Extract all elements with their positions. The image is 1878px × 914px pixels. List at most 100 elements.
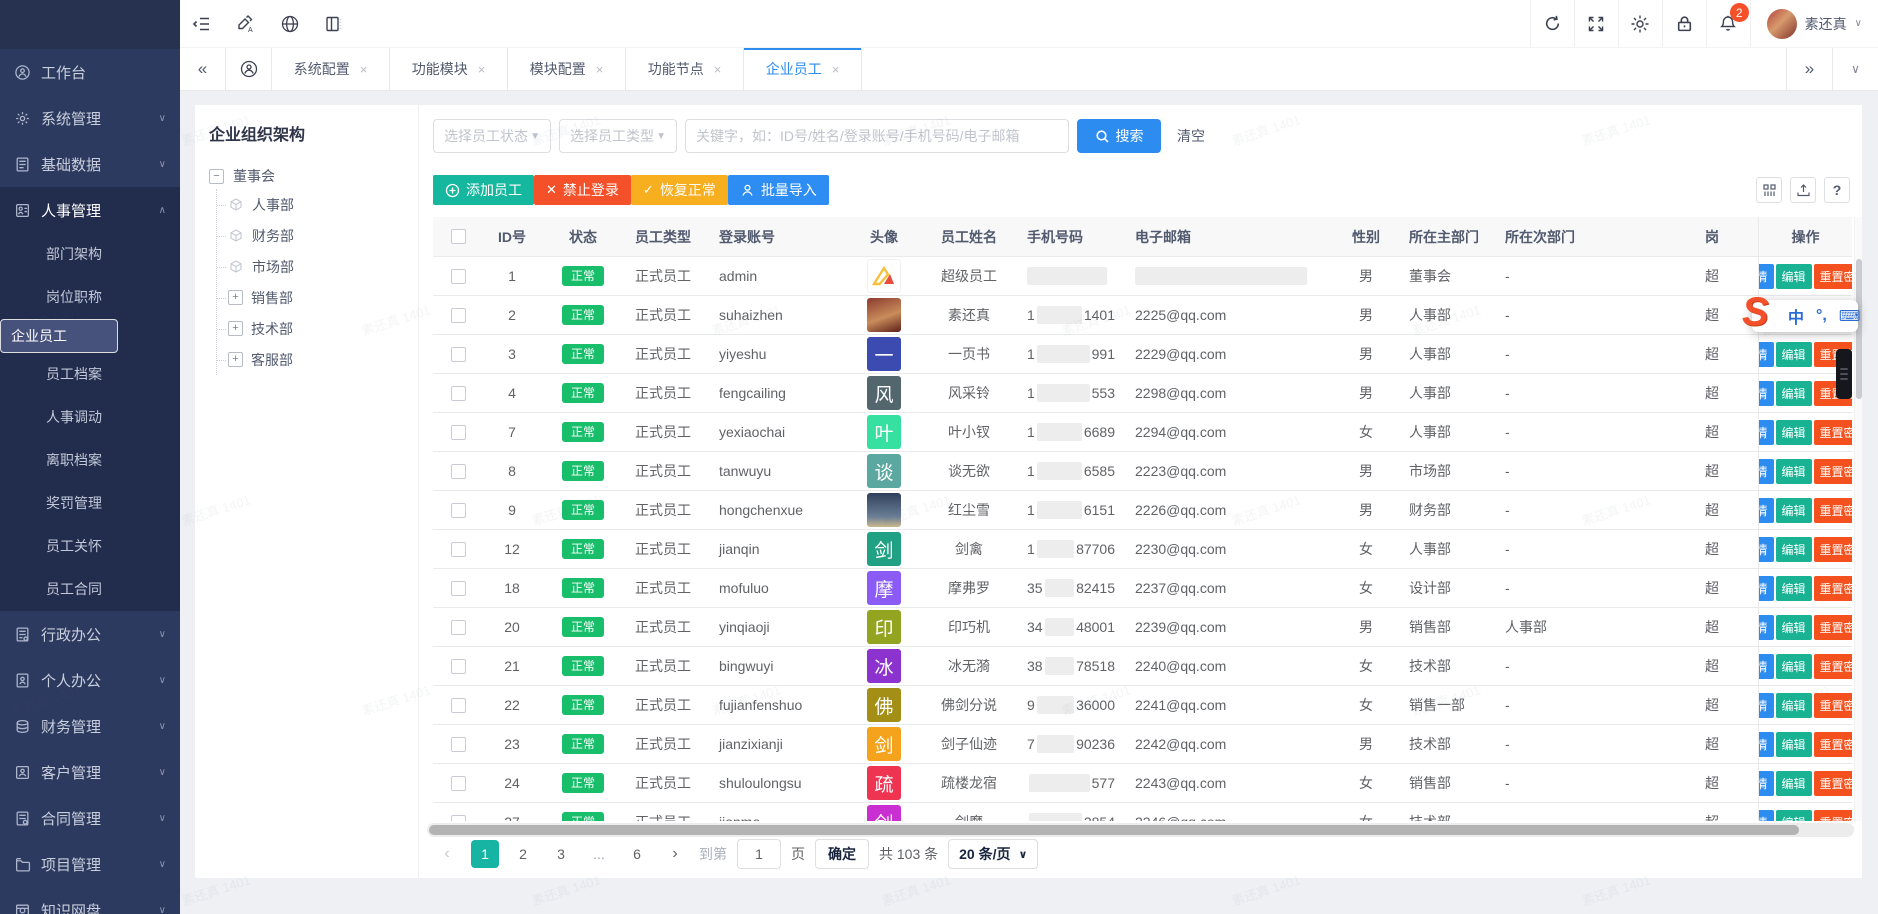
row-checkbox[interactable]	[451, 425, 466, 440]
sidebar-item-2[interactable]: 基础数据∨	[0, 141, 180, 187]
detail-button[interactable]: 详情	[1758, 615, 1774, 640]
tree-node-客服部[interactable]: +客服部	[217, 344, 404, 375]
reset-password-button[interactable]: 重置密码	[1814, 615, 1852, 640]
row-checkbox[interactable]	[451, 581, 466, 596]
detail-button[interactable]: 详情	[1758, 732, 1774, 757]
notifications-button[interactable]: 2	[1706, 0, 1750, 47]
row-checkbox[interactable]	[451, 386, 466, 401]
reset-password-button[interactable]: 重置密码	[1814, 537, 1852, 562]
sidebar-item-4[interactable]: 行政办公∨	[0, 611, 180, 657]
horizontal-scrollbar-thumb[interactable]	[429, 825, 1799, 835]
action-恢复正常[interactable]: ✓恢复正常	[631, 175, 728, 205]
tabs-scroll-right-button[interactable]: »	[1786, 48, 1832, 90]
reset-password-button[interactable]: 重置密码	[1814, 732, 1852, 757]
tab-企业员工[interactable]: 企业员工×	[744, 48, 862, 90]
settings-button[interactable]	[1618, 0, 1662, 47]
column-display-icon-button[interactable]	[1756, 177, 1782, 203]
close-icon[interactable]: ×	[478, 62, 486, 77]
sidebar-subitem[interactable]: 离职档案	[0, 439, 180, 482]
tree-node-root[interactable]: −董事会	[209, 163, 404, 189]
close-icon[interactable]: ×	[832, 62, 840, 77]
sidebar-subitem[interactable]: 人事调动	[0, 396, 180, 439]
help-icon-button[interactable]: ?	[1824, 177, 1850, 203]
detail-button[interactable]: 详情	[1758, 381, 1774, 406]
edit-button[interactable]: 编辑	[1776, 420, 1812, 445]
page-button-2[interactable]: 2	[509, 840, 537, 868]
row-checkbox[interactable]	[451, 815, 466, 822]
row-checkbox[interactable]	[451, 542, 466, 557]
goto-confirm-button[interactable]: 确定	[815, 839, 869, 869]
edit-button[interactable]: 编辑	[1776, 693, 1812, 718]
tabs-scroll-left-button[interactable]: «	[180, 48, 226, 90]
tab-功能节点[interactable]: 功能节点×	[626, 48, 744, 90]
detail-button[interactable]: 详情	[1758, 810, 1774, 822]
detail-button[interactable]: 详情	[1758, 264, 1774, 289]
detail-button[interactable]: 详情	[1758, 420, 1774, 445]
row-checkbox[interactable]	[451, 503, 466, 518]
reset-password-button[interactable]: 重置密码	[1814, 420, 1852, 445]
sidebar-subitem[interactable]: 员工关怀	[0, 525, 180, 568]
reset-password-button[interactable]: 重置密码	[1814, 693, 1852, 718]
edit-button[interactable]: 编辑	[1776, 381, 1812, 406]
tab-功能模块[interactable]: 功能模块×	[390, 48, 508, 90]
sidebar-item-6[interactable]: 财务管理∨	[0, 703, 180, 749]
edit-button[interactable]: 编辑	[1776, 732, 1812, 757]
sidebar-subitem[interactable]: 岗位职称	[0, 276, 180, 319]
edit-button[interactable]: 编辑	[1776, 615, 1812, 640]
sidebar-item-5[interactable]: 个人办公∨	[0, 657, 180, 703]
edit-button[interactable]: 编辑	[1776, 264, 1812, 289]
tab-系统配置[interactable]: 系统配置×	[272, 48, 390, 90]
sidebar-item-1[interactable]: 系统管理∨	[0, 95, 180, 141]
page-size-select[interactable]: 20 条/页 ∨	[948, 839, 1038, 869]
user-menu[interactable]: 素还真 ∨	[1750, 0, 1878, 47]
edit-button[interactable]: 编辑	[1776, 810, 1812, 822]
tree-node-财务部[interactable]: 财务部	[217, 220, 404, 251]
sidebar-subitem[interactable]: 企业员工	[0, 319, 118, 353]
export-icon-button[interactable]	[1790, 177, 1816, 203]
detail-button[interactable]: 详情	[1758, 771, 1774, 796]
reset-password-button[interactable]: 重置密码	[1814, 576, 1852, 601]
row-checkbox[interactable]	[451, 347, 466, 362]
sidebar-item-3[interactable]: 人事管理∧	[0, 187, 180, 233]
expand-plus-icon[interactable]: +	[228, 321, 243, 336]
edit-button[interactable]: 编辑	[1776, 459, 1812, 484]
detail-button[interactable]: 详情	[1758, 537, 1774, 562]
edit-button[interactable]: 编辑	[1776, 576, 1812, 601]
horizontal-scrollbar[interactable]	[427, 823, 1854, 837]
detail-button[interactable]: 详情	[1758, 459, 1774, 484]
detail-button[interactable]: 详情	[1758, 576, 1774, 601]
sidebar-item-7[interactable]: 客户管理∨	[0, 749, 180, 795]
tree-node-销售部[interactable]: +销售部	[217, 282, 404, 313]
reset-password-button[interactable]: 重置密码	[1814, 459, 1852, 484]
sidebar-item-0[interactable]: 工作台	[0, 49, 180, 95]
reset-password-button[interactable]: 重置密码	[1814, 654, 1852, 679]
row-checkbox[interactable]	[451, 659, 466, 674]
sidebar-item-10[interactable]: 知识网盘∨	[0, 887, 180, 914]
home-tab-button[interactable]	[226, 48, 272, 90]
detail-button[interactable]: 详情	[1758, 693, 1774, 718]
select-all-checkbox[interactable]	[451, 229, 466, 244]
action-禁止登录[interactable]: ✕禁止登录	[534, 175, 631, 205]
page-button-6[interactable]: 6	[623, 840, 651, 868]
sidebar-subitem[interactable]: 部门架构	[0, 233, 180, 276]
row-checkbox[interactable]	[451, 308, 466, 323]
action-批量导入[interactable]: 批量导入	[728, 175, 829, 205]
language-globe-icon[interactable]	[268, 0, 312, 47]
tree-node-市场部[interactable]: 市场部	[217, 251, 404, 282]
page-button-1[interactable]: 1	[471, 840, 499, 868]
collapse-minus-icon[interactable]: −	[209, 169, 224, 184]
action-添加员工[interactable]: 添加员工	[433, 175, 534, 205]
fullscreen-button[interactable]	[1574, 0, 1618, 47]
tab-模块配置[interactable]: 模块配置×	[508, 48, 626, 90]
goto-page-input[interactable]	[737, 839, 781, 869]
theme-brush-icon[interactable]: A	[224, 0, 268, 47]
edit-button[interactable]: 编辑	[1776, 654, 1812, 679]
row-checkbox[interactable]	[451, 737, 466, 752]
expand-plus-icon[interactable]: +	[228, 352, 243, 367]
row-checkbox[interactable]	[451, 776, 466, 791]
ime-punct-button[interactable]: °,	[1816, 307, 1827, 325]
layout-columns-icon[interactable]	[312, 0, 356, 47]
close-icon[interactable]: ×	[714, 62, 722, 77]
floating-scroll-indicator[interactable]	[1836, 349, 1852, 399]
sidebar-item-8[interactable]: 合同管理∨	[0, 795, 180, 841]
